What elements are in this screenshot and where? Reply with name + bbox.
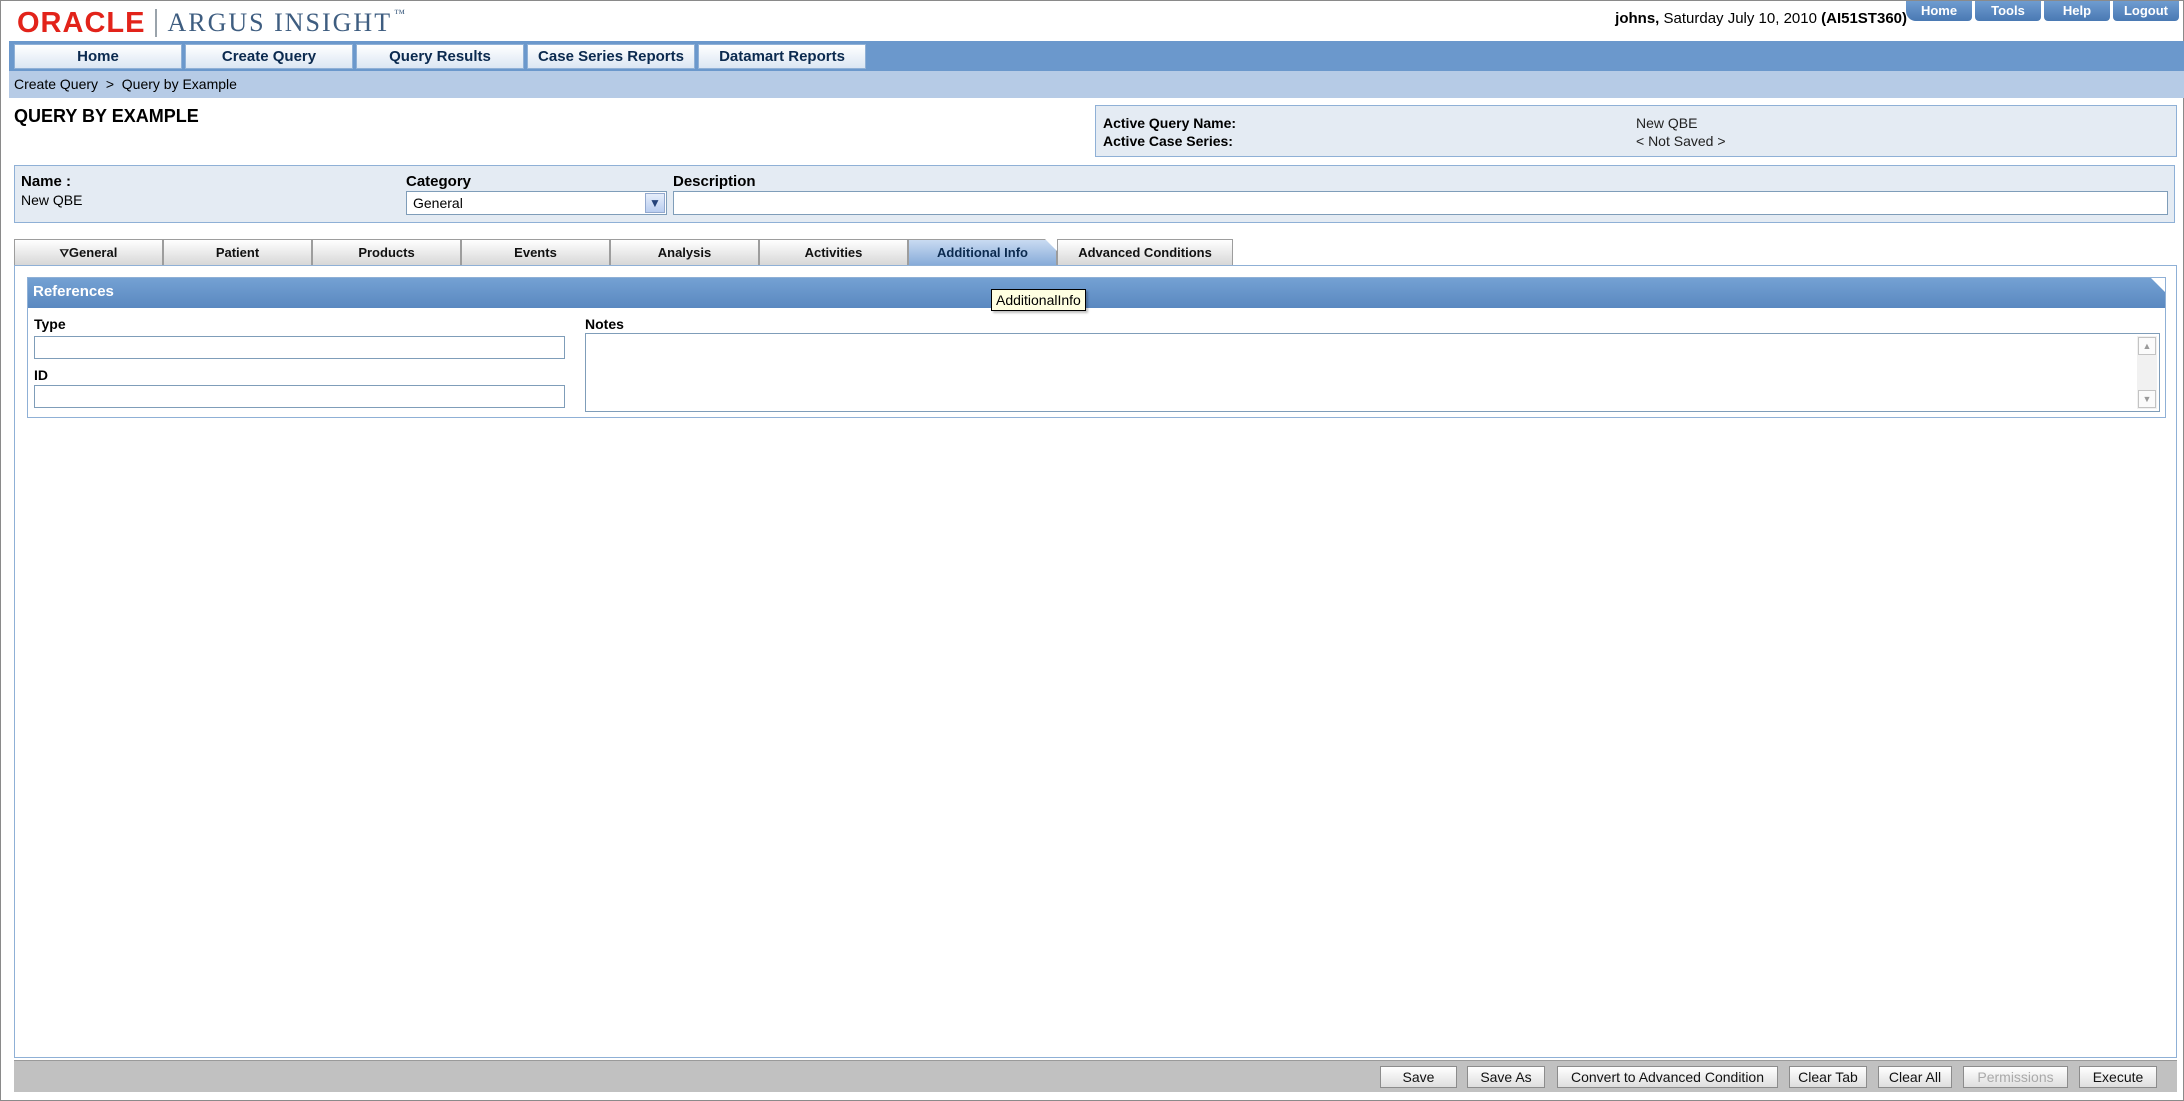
save-button[interactable]: Save bbox=[1380, 1066, 1457, 1088]
filter-icon: ⛛ bbox=[59, 248, 69, 260]
main-nav: Home Create Query Query Results Case Ser… bbox=[9, 41, 2184, 71]
clear-tab-button[interactable]: Clear Tab bbox=[1789, 1066, 1867, 1088]
tab-products[interactable]: Products bbox=[312, 239, 461, 265]
tab-analysis[interactable]: Analysis bbox=[610, 239, 759, 265]
top-links: Home Tools Help Logout bbox=[1903, 1, 2179, 21]
user-info: johns, Saturday July 10, 2010 (AI51ST360… bbox=[1615, 10, 1907, 27]
notes-scrollbar[interactable]: ▲ ▼ bbox=[2137, 336, 2157, 409]
category-select[interactable]: General ▼ bbox=[406, 191, 667, 215]
tab-general[interactable]: ⛛General bbox=[14, 239, 163, 265]
query-header-form: Name : New QBE Category General ▼ Descri… bbox=[14, 165, 2175, 223]
tab-general-label: General bbox=[68, 245, 118, 260]
scroll-down-icon[interactable]: ▼ bbox=[2138, 390, 2156, 408]
top-link-home[interactable]: Home bbox=[1906, 1, 1972, 21]
id-label: ID bbox=[34, 367, 48, 383]
notes-textarea[interactable]: ▲ ▼ bbox=[585, 333, 2160, 412]
top-link-logout[interactable]: Logout bbox=[2113, 1, 2179, 21]
nav-create-query[interactable]: Create Query bbox=[185, 44, 353, 69]
top-link-help[interactable]: Help bbox=[2044, 1, 2110, 21]
permissions-button[interactable]: Permissions bbox=[1963, 1066, 2068, 1088]
name-label: Name : bbox=[21, 173, 72, 190]
nav-case-series-reports[interactable]: Case Series Reports bbox=[527, 44, 695, 69]
category-label: Category bbox=[406, 173, 472, 190]
tab-advanced-conditions[interactable]: Advanced Conditions bbox=[1057, 239, 1233, 265]
app-window: ORACLE ARGUS INSIGHT ™ johns, Saturday Ju… bbox=[0, 0, 2184, 1101]
tab-tooltip: AdditionalInfo bbox=[991, 289, 1086, 311]
execute-button[interactable]: Execute bbox=[2079, 1066, 2157, 1088]
references-header: References bbox=[28, 278, 2165, 308]
active-query-name-label: Active Query Name: bbox=[1103, 115, 1237, 131]
logo-divider bbox=[155, 9, 158, 37]
top-link-tools[interactable]: Tools bbox=[1975, 1, 2041, 21]
breadcrumb-text: Create Query > Query by Example bbox=[14, 76, 237, 92]
active-case-series-label: Active Case Series: bbox=[1103, 133, 1233, 149]
action-bar: Save Save As Convert to Advanced Conditi… bbox=[14, 1060, 2177, 1092]
server-name: (AI51ST360) bbox=[1821, 10, 1907, 27]
description-input[interactable] bbox=[673, 191, 2168, 215]
active-query-panel: Active Query Name: New QBE Active Case S… bbox=[1095, 105, 2177, 157]
tab-events[interactable]: Events bbox=[461, 239, 610, 265]
page-title: QUERY BY EXAMPLE bbox=[14, 106, 199, 126]
references-section: References Type ID Notes ▲ ▼ bbox=[27, 277, 2166, 418]
oracle-argus-logo: ORACLE ARGUS INSIGHT ™ bbox=[17, 7, 407, 39]
product-name-text: ARGUS INSIGHT bbox=[167, 8, 393, 37]
tab-activities[interactable]: Activities bbox=[759, 239, 908, 265]
clear-all-button[interactable]: Clear All bbox=[1878, 1066, 1952, 1088]
name-value: New QBE bbox=[21, 192, 83, 208]
convert-to-advanced-condition-button[interactable]: Convert to Advanced Condition bbox=[1557, 1066, 1778, 1088]
breadcrumb: Create Query > Query by Example bbox=[9, 71, 2184, 98]
save-as-button[interactable]: Save As bbox=[1467, 1066, 1545, 1088]
type-label: Type bbox=[34, 316, 66, 332]
product-name: ARGUS INSIGHT ™ bbox=[167, 8, 406, 38]
category-selected-value: General bbox=[413, 195, 463, 211]
nav-home[interactable]: Home bbox=[14, 44, 182, 69]
type-input[interactable] bbox=[34, 336, 565, 359]
user-name: johns, bbox=[1615, 10, 1660, 27]
chevron-down-icon[interactable]: ▼ bbox=[645, 193, 665, 213]
notes-label: Notes bbox=[585, 316, 624, 332]
current-date: Saturday July 10, 2010 bbox=[1663, 10, 1817, 27]
active-query-name-value: New QBE bbox=[1636, 115, 1698, 131]
tab-panel: References Type ID Notes ▲ ▼ bbox=[14, 265, 2177, 1058]
oracle-logo-text: ORACLE bbox=[17, 6, 146, 39]
scroll-up-icon[interactable]: ▲ bbox=[2138, 337, 2156, 355]
nav-datamart-reports[interactable]: Datamart Reports bbox=[698, 44, 866, 69]
active-case-series-value: < Not Saved > bbox=[1636, 133, 1726, 149]
id-input[interactable] bbox=[34, 385, 565, 408]
trademark: ™ bbox=[394, 8, 407, 20]
description-label: Description bbox=[673, 173, 756, 190]
tab-patient[interactable]: Patient bbox=[163, 239, 312, 265]
tab-additional-info[interactable]: Additional Info bbox=[908, 239, 1057, 265]
nav-query-results[interactable]: Query Results bbox=[356, 44, 524, 69]
